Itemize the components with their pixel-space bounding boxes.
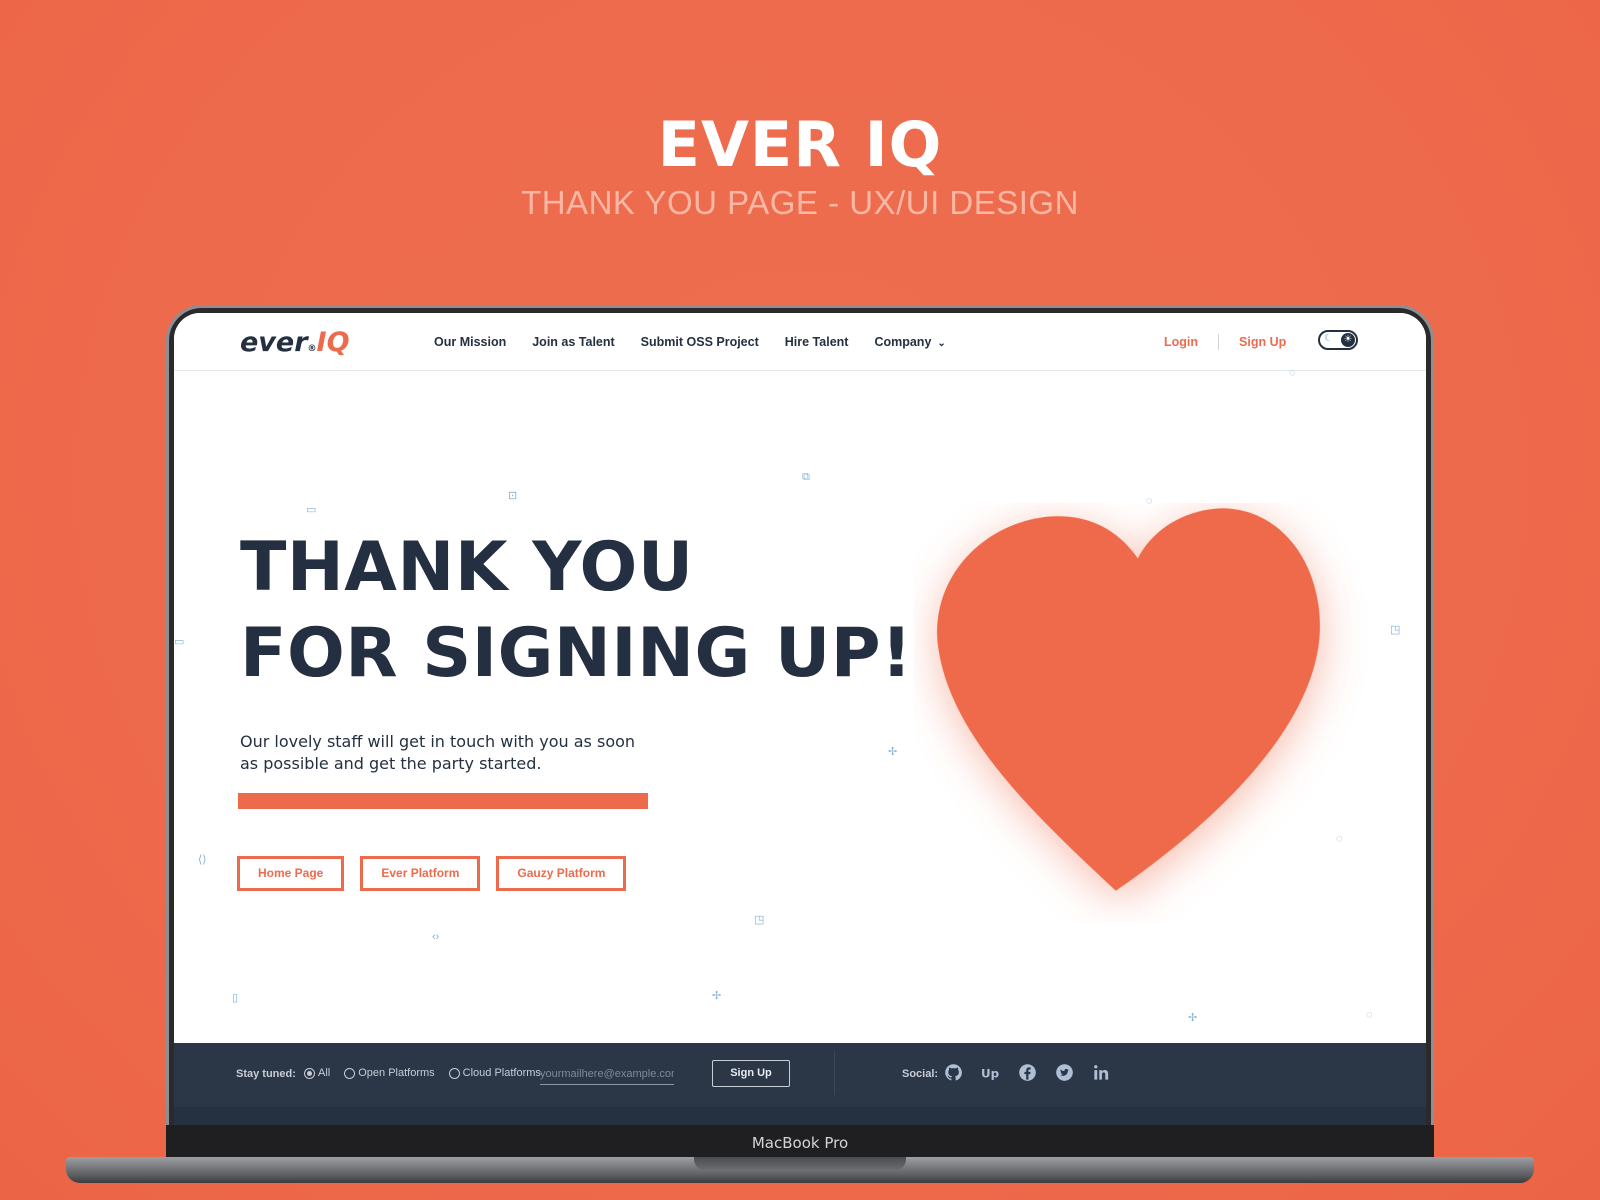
moon-icon: ☾ [1324,333,1333,344]
svg-text:Up: Up [981,1066,999,1080]
gauzy-platform-button[interactable]: Gauzy Platform [496,856,627,891]
confetti-icon: ▯ [232,992,239,1004]
auth-links: Login Sign Up [1164,334,1286,350]
nav-link-join-as-talent[interactable]: Join as Talent [532,335,614,349]
confetti-icon: ‹› [432,931,440,943]
page-title: EVER IQ [657,108,943,181]
radio-cloud-platforms-label: Cloud Platforms [462,1067,541,1079]
upwork-icon[interactable]: Up [981,1063,1000,1082]
home-page-button[interactable]: Home Page [237,856,345,891]
chevron-down-icon: ⌄ [937,338,946,349]
confetti-icon: ◌ [1366,1009,1373,1021]
ever-platform-button[interactable]: Ever Platform [360,856,481,891]
newsletter-options: All Open Platforms Cloud Platforms [304,1067,541,1079]
nav-link-company[interactable]: Company ⌄ [874,335,945,349]
browser-screen: ever®IQ Our Mission Join as Talent Submi… [174,313,1426,1133]
laptop-label: MacBook Pro [166,1125,1434,1161]
radio-cloud-platforms[interactable]: Cloud Platforms [448,1067,541,1079]
theme-toggle[interactable]: ☾ ☀ [1318,330,1358,350]
radio-selected-icon [304,1067,315,1079]
accent-bar [238,793,648,809]
nav-link-submit-oss-project[interactable]: Submit OSS Project [641,335,759,349]
confetti-icon: ◳ [754,914,765,926]
confetti-icon: ⊡ [508,490,518,502]
radio-all[interactable]: All [304,1067,330,1079]
sun-icon: ☀ [1341,333,1355,347]
signup-link[interactable]: Sign Up [1239,335,1286,349]
radio-open-platforms-label: Open Platforms [358,1067,435,1079]
social-icons: Up [944,1063,1111,1082]
confetti-icon: ✢ [1188,1012,1198,1024]
hero-buttons: Home Page Ever Platform Gauzy Platform [237,856,627,891]
footer-divider [834,1051,835,1095]
auth-divider [1218,334,1220,350]
radio-all-label: All [318,1067,331,1079]
social-label: Social: [902,1068,939,1080]
hero-heading-line2: FOR SIGNING UP! [240,614,913,693]
footer-signup-button[interactable]: Sign Up [712,1060,790,1087]
twitter-icon[interactable] [1055,1063,1074,1082]
footer: Stay tuned: All Open Platforms Cloud Pla… [174,1043,1426,1133]
radio-unselected-icon [448,1067,460,1079]
page-subtitle: THANK YOU PAGE - UX/UI DESIGN [521,184,1079,221]
stay-tuned-label: Stay tuned: [236,1068,296,1080]
heart-icon [937,508,1320,891]
confetti-icon: ✢ [888,746,898,758]
radio-open-platforms[interactable]: Open Platforms [344,1067,435,1079]
linkedin-icon[interactable] [1092,1063,1111,1082]
logo-iq: IQ [316,327,350,358]
github-icon[interactable] [944,1063,963,1082]
hero-heading-line1: THANK YOU [240,528,694,607]
login-link[interactable]: Login [1164,335,1198,349]
logo[interactable]: ever®IQ [240,327,350,358]
hero-description: Our lovely staff will get in touch with … [240,732,636,773]
nav-links: Our Mission Join as Talent Submit OSS Pr… [434,335,946,349]
laptop-notch [694,1157,906,1171]
confetti-icon: ◳ [1390,624,1401,636]
logo-ever: ever [240,327,308,358]
confetti-icon: ◌ [1289,367,1296,379]
nav-link-our-mission[interactable]: Our Mission [434,335,506,349]
confetti-icon: ▭ [306,504,317,516]
confetti-icon: ⟨⟩ [198,854,207,866]
confetti-icon: ✢ [712,990,722,1002]
nav-link-company-label: Company [874,335,932,349]
facebook-icon[interactable] [1018,1063,1037,1082]
confetti-icon: ▭ [174,636,185,648]
nav-link-hire-talent[interactable]: Hire Talent [785,335,849,349]
top-nav: ever®IQ Our Mission Join as Talent Submi… [174,313,1426,371]
email-field[interactable] [540,1063,674,1085]
hero-heading: THANK YOU FOR SIGNING UP! [240,525,913,697]
heart-illustration [914,503,1374,923]
confetti-icon: ⧉ [802,471,810,483]
radio-unselected-icon [344,1067,356,1079]
